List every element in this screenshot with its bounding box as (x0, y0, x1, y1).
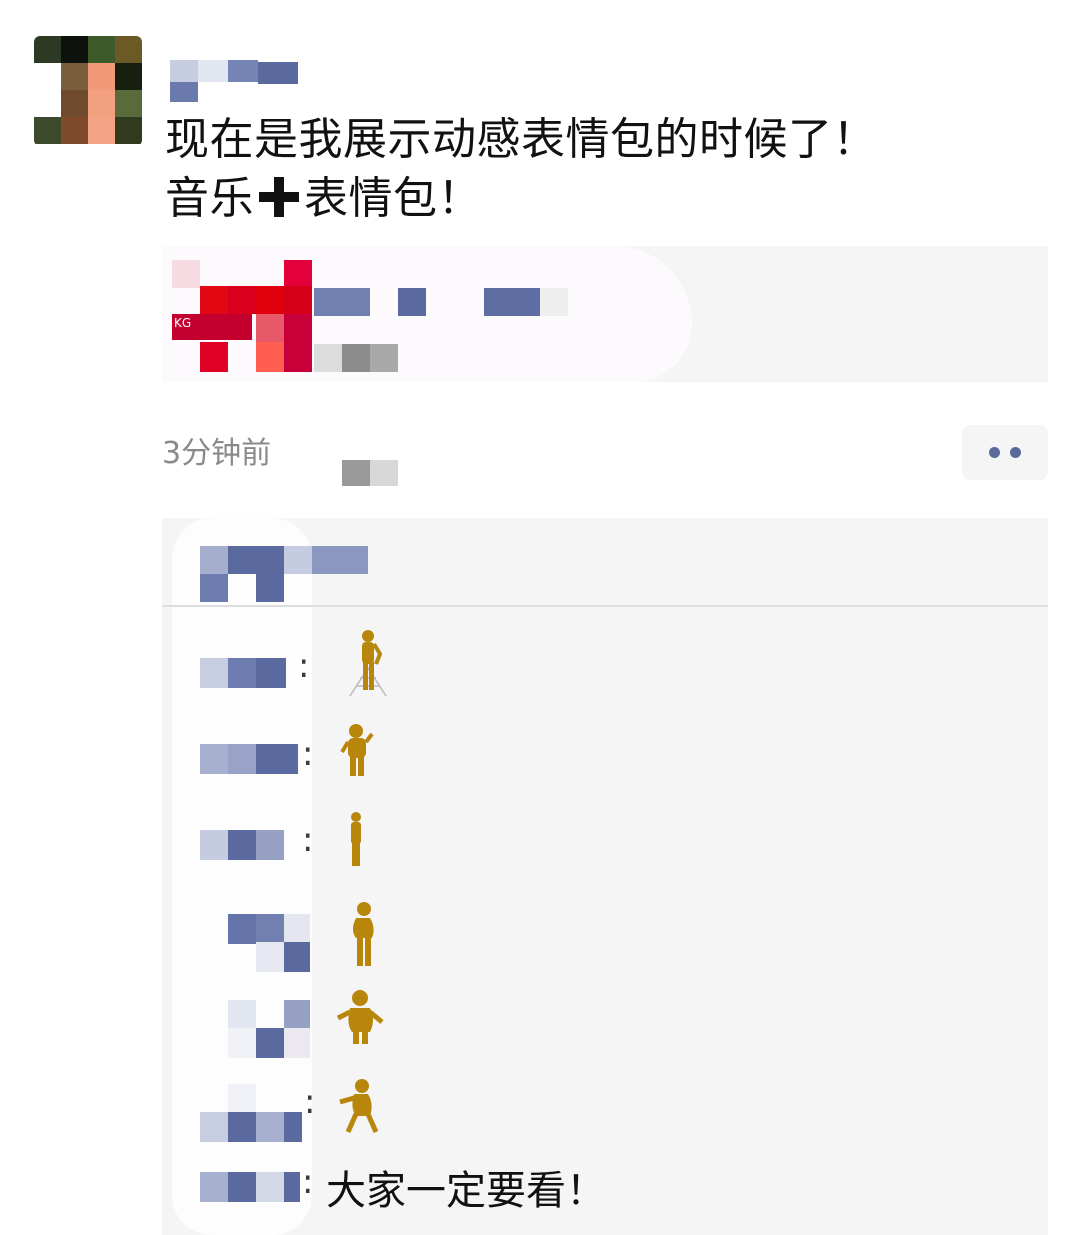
dancer-sticker-1 (349, 630, 387, 697)
comment-item[interactable]: : (162, 810, 1048, 880)
comment-content: 大家一定要看！ (326, 1168, 606, 1214)
comments-area: : : ::: 大家一定要看！ (162, 518, 1048, 1235)
avatar[interactable] (34, 36, 142, 146)
likes-divider (162, 605, 1048, 607)
post-text-line1: 现在是我展示动感表情包的时候了！ (165, 114, 877, 165)
dancer-sticker-5 (336, 990, 384, 1044)
post-author-name[interactable] (170, 58, 300, 102)
location-mask (342, 460, 370, 486)
dancer-sticker-4 (353, 902, 374, 966)
comment-item[interactable]: : (162, 720, 1048, 790)
comment-item[interactable]: : 大家一定要看！ (162, 1158, 1048, 1228)
location-mask-2 (370, 460, 398, 486)
dancer-sticker-2 (340, 724, 374, 776)
thumbnail-label: KG (174, 316, 192, 330)
more-dots-icon[interactable] (962, 425, 1048, 480)
comment-item[interactable]: : (162, 1078, 1048, 1148)
comment-separator: : (302, 1162, 314, 1202)
post-text: 现在是我展示动感表情包的时候了！ 音乐 表情包！ (165, 110, 1025, 228)
shared-link-card[interactable]: KG (162, 246, 1048, 382)
comment-item[interactable] (162, 988, 1048, 1058)
post-text-sticker: 表情包！ (304, 173, 482, 224)
comment-separator: : (302, 734, 314, 774)
post-text-music: 音乐 (165, 173, 254, 224)
comment-separator: : (304, 1082, 316, 1122)
comment-item[interactable]: : (162, 628, 1048, 698)
comment-separator: : (298, 646, 310, 686)
dancer-sticker-3 (351, 812, 361, 866)
dancer-sticker-6 (339, 1079, 379, 1134)
comment-item[interactable] (162, 898, 1048, 972)
heavy-plus-icon (259, 177, 299, 217)
comment-separator: : (302, 820, 314, 860)
post-text-line2: 音乐 表情包！ (165, 169, 1025, 228)
post-time: 3分钟前 (162, 436, 272, 471)
